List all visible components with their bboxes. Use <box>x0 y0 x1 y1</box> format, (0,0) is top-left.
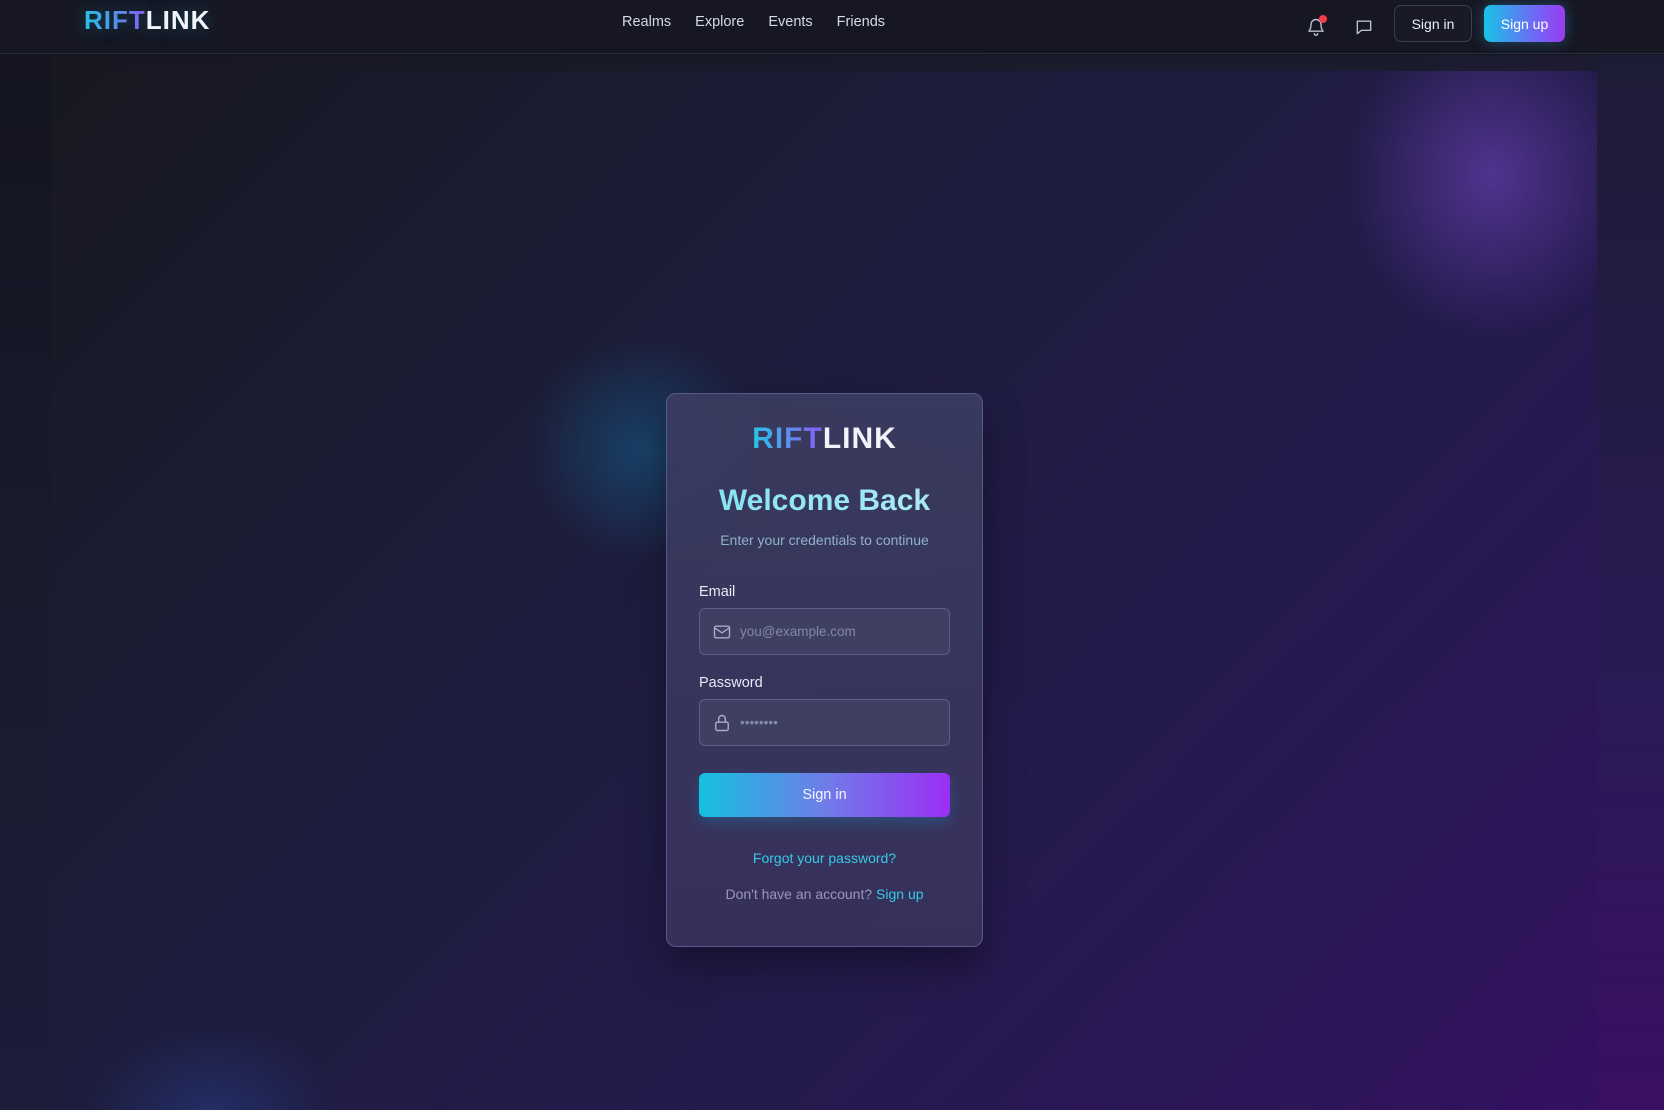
header-sign-in-button[interactable]: Sign in <box>1394 5 1472 42</box>
nav-item-realms[interactable]: Realms <box>622 14 671 30</box>
background-top-strip <box>51 55 1597 71</box>
lock-icon <box>712 713 732 733</box>
no-account-text: Don't have an account? <box>725 886 873 902</box>
nav-item-events[interactable]: Events <box>768 14 812 30</box>
notifications-button[interactable] <box>1299 10 1333 44</box>
nav-item-friends[interactable]: Friends <box>837 14 885 30</box>
background-right-strip <box>1597 55 1664 1110</box>
chat-icon <box>1356 20 1372 35</box>
forgot-password-link[interactable]: Forgot your password? <box>667 850 982 866</box>
notification-dot <box>1319 15 1327 23</box>
header-sign-up-button[interactable]: Sign up <box>1484 5 1565 42</box>
login-title: Welcome Back <box>667 484 982 518</box>
mail-icon <box>712 622 732 642</box>
card-logo-part-a: RIFT <box>752 422 823 455</box>
login-subtitle: Enter your credentials to continue <box>720 532 929 548</box>
messages-button[interactable] <box>1347 10 1381 44</box>
login-card: RIFTLINK Welcome Back Enter your credent… <box>666 393 983 947</box>
card-brand-logo: RIFTLINK <box>667 422 982 456</box>
main-nav: Realms Explore Events Friends <box>622 14 885 30</box>
brand-logo[interactable]: RIFTLINK <box>84 5 210 36</box>
top-navbar: RIFTLINK Realms Explore Events Friends S… <box>0 0 1664 54</box>
email-field[interactable] <box>699 608 950 655</box>
brand-logo-part-a: RIFT <box>84 5 146 35</box>
password-label: Password <box>699 675 763 691</box>
password-field[interactable] <box>699 699 950 746</box>
email-input[interactable] <box>740 609 945 654</box>
password-input[interactable] <box>740 700 945 745</box>
sign-up-link[interactable]: Sign up <box>876 886 923 902</box>
card-logo-part-b: LINK <box>822 422 897 455</box>
brand-logo-part-b: LINK <box>145 5 211 35</box>
background-left-strip <box>0 55 51 1110</box>
nav-item-explore[interactable]: Explore <box>695 14 744 30</box>
no-account-line: Don't have an account? Sign up <box>667 886 982 902</box>
sign-in-button[interactable]: Sign in <box>699 773 950 817</box>
email-label: Email <box>699 584 736 600</box>
